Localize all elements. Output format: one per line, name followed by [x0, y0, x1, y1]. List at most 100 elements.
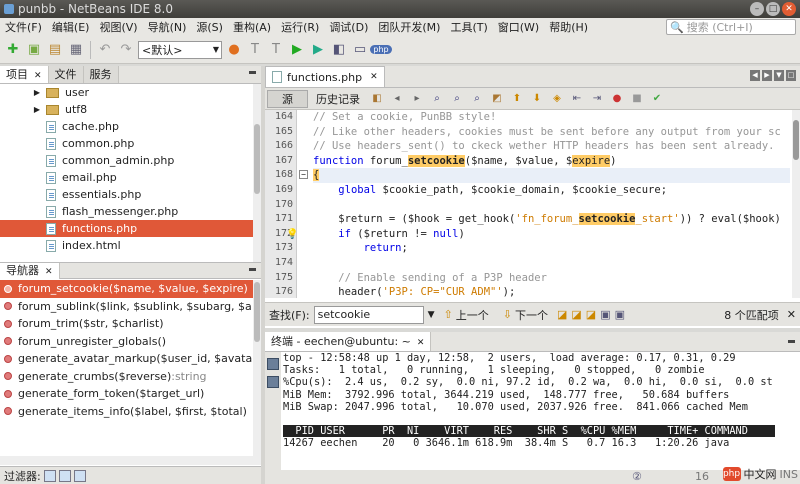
open-project-icon[interactable]: ▤	[46, 41, 64, 59]
notifications-icon[interactable]: ②	[632, 470, 642, 483]
remote-terminal-icon[interactable]	[267, 376, 279, 388]
tab-list-icon[interactable]: ▼	[774, 70, 784, 81]
filter-toggle-icon[interactable]	[43, 469, 56, 482]
tab-navigator[interactable]: 导航器 ✕	[0, 263, 60, 279]
stop-macro-icon[interactable]: ■	[630, 92, 644, 106]
close-icon[interactable]: ✕	[787, 308, 796, 321]
tab-services[interactable]: 服务	[83, 66, 119, 83]
menu-window[interactable]: 窗口(W)	[493, 19, 544, 35]
navigator-item[interactable]: generate_crumbs($reverse):string	[0, 368, 261, 386]
monitor-icon[interactable]: ▭	[351, 41, 369, 59]
tab-terminal[interactable]: 终端 - eechen@ubuntu: ~ ✕	[265, 332, 432, 351]
editor-scrollbar[interactable]	[792, 110, 800, 298]
expand-icon[interactable]: ▶	[32, 105, 42, 114]
back-icon[interactable]: ◂	[390, 92, 404, 106]
tree-item-file[interactable]: common.php	[0, 135, 261, 152]
history-button[interactable]: 历史记录	[310, 90, 366, 108]
undo-icon[interactable]: ↶	[96, 41, 114, 59]
config-select[interactable]: <默认> ▼	[138, 40, 222, 59]
scroll-right-icon[interactable]: ▶	[762, 70, 772, 81]
search-input[interactable]: 🔍 搜索 (Ctrl+I)	[666, 19, 796, 35]
prev-bookmark-icon[interactable]: ⬆	[510, 92, 524, 106]
filter-toggle-icon[interactable]	[73, 469, 86, 482]
redo-icon[interactable]: ↷	[117, 41, 135, 59]
comment-icon[interactable]: ✔	[650, 92, 664, 106]
menu-edit[interactable]: 编辑(E)	[47, 19, 95, 35]
project-scrollbar[interactable]	[253, 84, 261, 262]
close-icon[interactable]: ✕	[34, 71, 42, 81]
toggle-bookmark-icon[interactable]: ◈	[550, 92, 564, 106]
navigator-item[interactable]: forum_unregister_globals()	[0, 333, 261, 351]
navigator-item-selected[interactable]: forum_setcookie($name, $value, $expire)	[0, 280, 261, 298]
menu-run[interactable]: 运行(R)	[276, 19, 324, 35]
find-history-icon[interactable]: ▼	[428, 310, 435, 320]
navigator-item[interactable]: generate_avatar_markup($user_id, $avata	[0, 350, 261, 368]
save-all-icon[interactable]: ▦	[67, 41, 85, 59]
menu-refactor[interactable]: 重构(A)	[228, 19, 276, 35]
navigator-item[interactable]: forum_trim($str, $charlist)	[0, 315, 261, 333]
close-icon[interactable]: ✕	[782, 2, 796, 16]
maximize-icon[interactable]: □	[766, 2, 780, 16]
fold-icon[interactable]: −	[299, 170, 308, 179]
minimize-panel-icon[interactable]	[249, 268, 256, 271]
close-icon[interactable]: ✕	[45, 267, 53, 277]
maximize-icon[interactable]: □	[786, 70, 796, 81]
minimize-panel-icon[interactable]	[249, 71, 256, 74]
navigator-scrollbar[interactable]	[253, 280, 261, 456]
clean-build-icon[interactable]: T	[267, 41, 285, 59]
menu-team[interactable]: 团队开发(M)	[373, 19, 445, 35]
menu-file[interactable]: 文件(F)	[0, 19, 47, 35]
minimize-icon[interactable]: –	[750, 2, 764, 16]
highlight-results-icon[interactable]: ▣	[600, 308, 610, 321]
editor-tab-functions[interactable]: functions.php ✕	[265, 66, 385, 87]
find-next-button[interactable]: ⇩ 下一个	[498, 307, 553, 323]
forward-icon[interactable]: ▸	[410, 92, 424, 106]
expand-icon[interactable]: ▶	[32, 88, 42, 97]
new-file-icon[interactable]: ✚	[4, 41, 22, 59]
find-input[interactable]: setcookie	[313, 305, 424, 324]
tree-item-utf8[interactable]: ▶ utf8	[0, 101, 261, 118]
menu-source[interactable]: 源(S)	[191, 19, 228, 35]
new-terminal-icon[interactable]	[267, 358, 279, 370]
toggle-highlight-icon[interactable]: ◩	[490, 92, 504, 106]
navigator-item[interactable]: generate_form_token($target_url)	[0, 385, 261, 403]
filter-toggle-icon[interactable]	[58, 469, 71, 482]
match-case-icon[interactable]: ◪	[557, 308, 567, 321]
tree-item-user[interactable]: ▶ user	[0, 84, 261, 101]
debug-icon[interactable]: ▶	[309, 41, 327, 59]
terminal-output[interactable]: top - 12:58:48 up 1 day, 12:58, 2 users,…	[283, 352, 800, 450]
tree-item-file[interactable]: email.php	[0, 169, 261, 186]
find-prev-icon[interactable]: ⌕	[450, 92, 464, 106]
find-next-icon[interactable]: ⌕	[470, 92, 484, 106]
shift-right-icon[interactable]: ⇥	[590, 92, 604, 106]
new-project-icon[interactable]: ▣	[25, 41, 43, 59]
tab-files[interactable]: 文件	[48, 66, 84, 83]
tree-item-file[interactable]: common_admin.php	[0, 152, 261, 169]
menu-debug[interactable]: 调试(D)	[324, 19, 373, 35]
navigator-hscrollbar[interactable]	[0, 456, 261, 465]
last-edit-icon[interactable]: ◧	[370, 92, 384, 106]
tree-item-file[interactable]: flash_messenger.php	[0, 203, 261, 220]
menu-help[interactable]: 帮助(H)	[544, 19, 593, 35]
close-icon[interactable]: ✕	[417, 338, 425, 348]
next-bookmark-icon[interactable]: ⬇	[530, 92, 544, 106]
navigator-item[interactable]: forum_sublink($link, $sublink, $subarg, …	[0, 298, 261, 316]
menu-view[interactable]: 视图(V)	[94, 19, 142, 35]
find-icon[interactable]: ⌕	[430, 92, 444, 106]
find-prev-button[interactable]: ⇧ 上一个	[439, 307, 494, 323]
scroll-left-icon[interactable]: ◀	[750, 70, 760, 81]
build-icon[interactable]: T	[246, 41, 264, 59]
tree-item-selected[interactable]: functions.php	[0, 220, 261, 237]
record-macro-icon[interactable]: ●	[610, 92, 624, 106]
menu-navigate[interactable]: 导航(N)	[143, 19, 192, 35]
tab-projects[interactable]: 项目 ✕	[0, 66, 49, 83]
tree-item-file[interactable]: cache.php	[0, 118, 261, 135]
tree-item-file[interactable]: index.html	[0, 237, 261, 254]
tree-item-file[interactable]: essentials.php	[0, 186, 261, 203]
regex-icon[interactable]: ◪	[586, 308, 596, 321]
profile-icon[interactable]: ◧	[330, 41, 348, 59]
menu-tools[interactable]: 工具(T)	[445, 19, 492, 35]
wrap-around-icon[interactable]: ▣	[615, 308, 625, 321]
close-icon[interactable]: ✕	[370, 67, 378, 88]
minimize-panel-icon[interactable]	[788, 340, 795, 343]
